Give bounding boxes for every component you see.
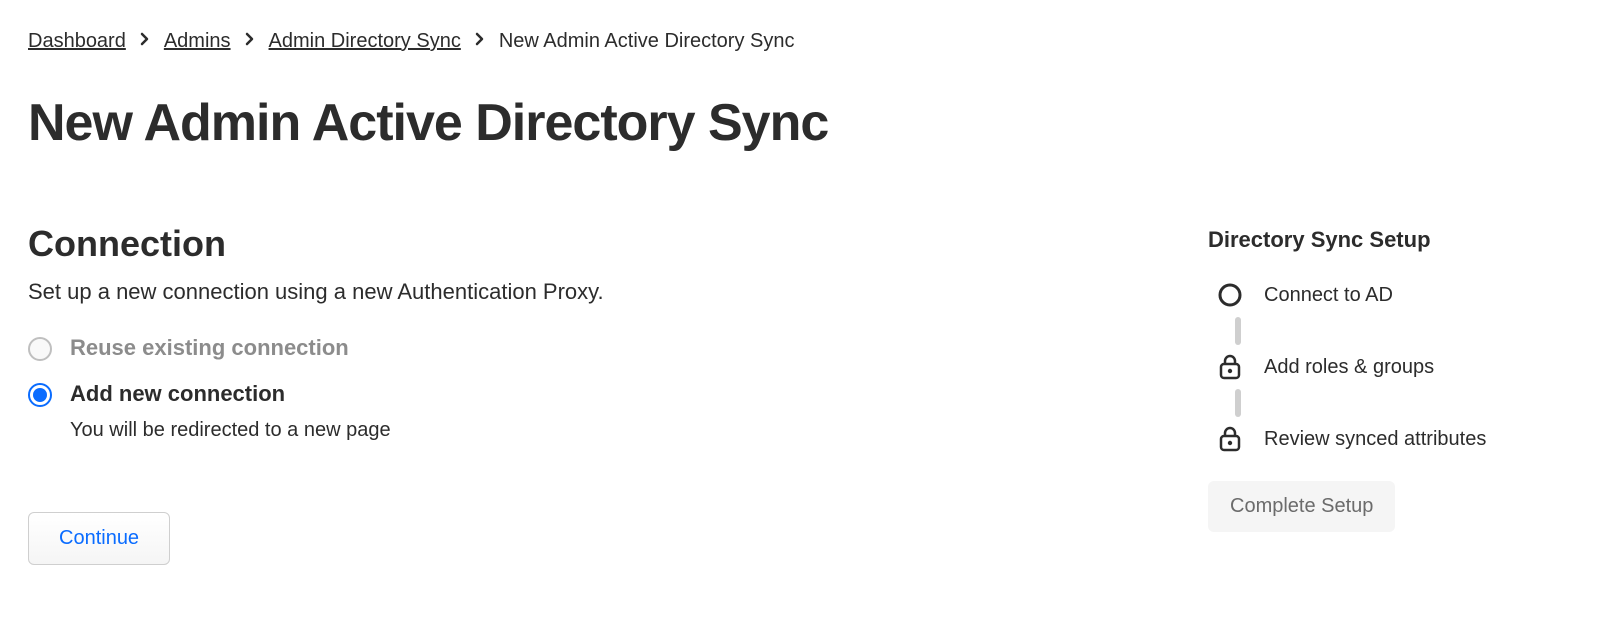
step-add-roles-groups: Add roles & groups xyxy=(1216,353,1568,381)
complete-setup-button: Complete Setup xyxy=(1208,481,1395,532)
step-connector xyxy=(1235,389,1241,417)
radio-option-reuse[interactable]: Reuse existing connection xyxy=(28,335,1148,361)
step-label: Add roles & groups xyxy=(1264,356,1434,379)
radio-label-add-new: Add new connection xyxy=(70,381,391,407)
section-title: Connection xyxy=(28,223,1148,265)
sidebar-title: Directory Sync Setup xyxy=(1208,227,1568,253)
main-column: Connection Set up a new connection using… xyxy=(28,223,1148,565)
step-connector xyxy=(1235,317,1241,345)
circle-icon xyxy=(1216,281,1244,309)
radio-label-reuse: Reuse existing connection xyxy=(70,335,349,361)
step-label: Review synced attributes xyxy=(1264,428,1486,451)
continue-button[interactable]: Continue xyxy=(28,512,170,565)
breadcrumb-current: New Admin Active Directory Sync xyxy=(499,30,795,53)
sidebar-column: Directory Sync Setup Connect to AD Add r… xyxy=(1208,223,1568,532)
radio-button-reuse[interactable] xyxy=(28,337,52,361)
setup-steps: Connect to AD Add roles & groups xyxy=(1208,281,1568,453)
lock-icon xyxy=(1216,425,1244,453)
step-review-synced-attributes: Review synced attributes xyxy=(1216,425,1568,453)
section-description: Set up a new connection using a new Auth… xyxy=(28,279,1148,305)
lock-icon xyxy=(1216,353,1244,381)
radio-sublabel-add-new: You will be redirected to a new page xyxy=(70,419,391,442)
breadcrumb-link-admin-directory-sync[interactable]: Admin Directory Sync xyxy=(269,30,461,53)
chevron-right-icon xyxy=(245,32,255,51)
page-title: New Admin Active Directory Sync xyxy=(28,93,1574,153)
step-label: Connect to AD xyxy=(1264,284,1393,307)
chevron-right-icon xyxy=(140,32,150,51)
breadcrumb: Dashboard Admins Admin Directory Sync Ne… xyxy=(28,30,1574,53)
step-connect-to-ad: Connect to AD xyxy=(1216,281,1568,309)
radio-button-add-new[interactable] xyxy=(28,383,52,407)
breadcrumb-link-dashboard[interactable]: Dashboard xyxy=(28,30,126,53)
chevron-right-icon xyxy=(475,32,485,51)
breadcrumb-link-admins[interactable]: Admins xyxy=(164,30,231,53)
radio-option-add-new[interactable]: Add new connection You will be redirecte… xyxy=(28,381,1148,442)
